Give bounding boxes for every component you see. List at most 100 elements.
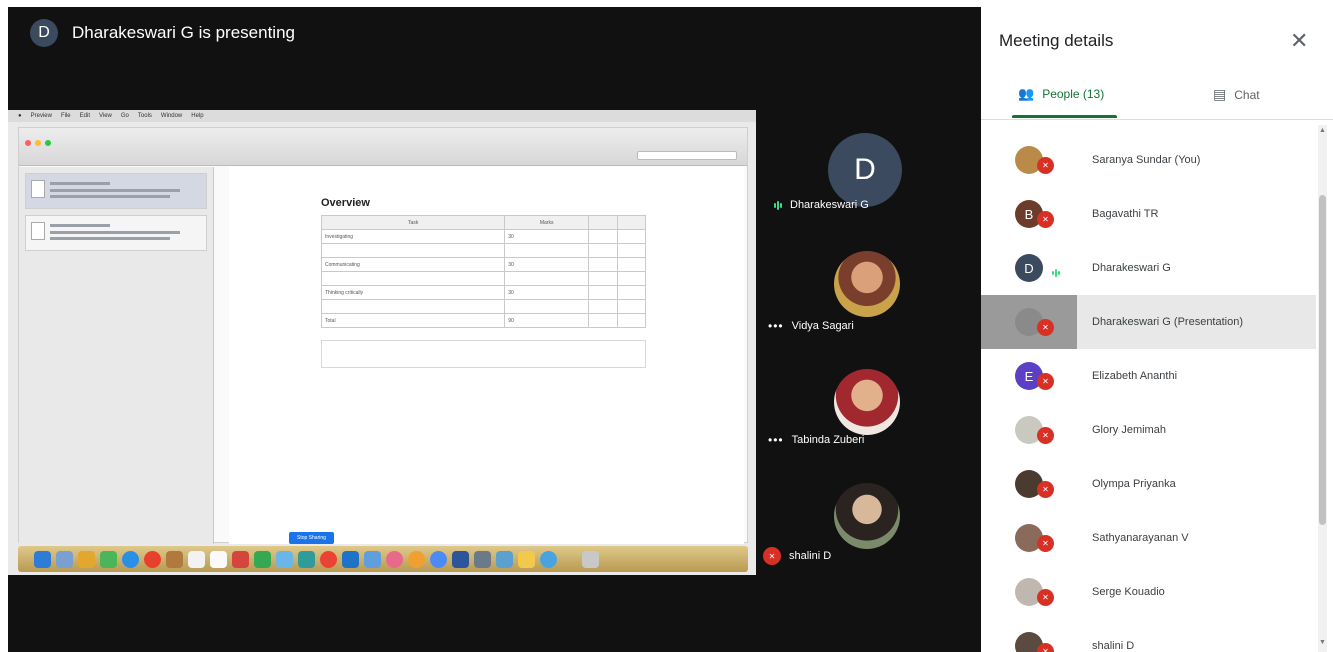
list-item[interactable]: ✕ Saranya Sundar (You) <box>981 133 1316 187</box>
participant-name: Serge Kouadio <box>1092 586 1165 598</box>
participant-name: Tabinda Zuberi <box>791 434 865 446</box>
menu-item: Preview <box>30 113 52 119</box>
dock-app-icon <box>320 550 337 568</box>
presenter-avatar: D <box>30 19 58 47</box>
list-item[interactable]: D Dharakeswari G <box>981 241 1316 295</box>
table-cell: Investigating <box>320 229 506 244</box>
mic-off-icon: ✕ <box>1037 481 1054 498</box>
window-search-field <box>637 151 737 160</box>
table-cell <box>320 243 506 258</box>
page-icon <box>31 222 45 240</box>
close-icon[interactable]: ✕ <box>1290 28 1308 54</box>
participant-tile-label: ✕ shalini D <box>763 547 831 565</box>
menu-item: Go <box>120 113 129 119</box>
share-bar: Stop Sharing <box>289 532 334 544</box>
participant-name: Glory Jemimah <box>1092 424 1166 436</box>
apple-icon: ● <box>18 113 22 119</box>
stop-sharing-button[interactable]: Stop Sharing <box>289 532 334 544</box>
dock-app-icon <box>342 550 359 568</box>
dock-app-icon <box>34 550 51 568</box>
people-scrollbar[interactable]: ▲ ▼ <box>1318 125 1327 652</box>
table-cell: Thinking critically <box>320 285 506 300</box>
zoom-dot-icon <box>45 140 51 146</box>
mic-off-icon: ✕ <box>1037 427 1054 444</box>
participant-photo <box>834 251 900 317</box>
page-icon <box>31 180 45 198</box>
thumb-line <box>50 231 180 234</box>
doc-heading: Overview <box>321 197 370 209</box>
table-cell <box>588 257 618 272</box>
speaking-icon <box>774 200 782 210</box>
mac-dock <box>18 546 748 572</box>
list-item[interactable]: ✕ Dharakeswari G (Presentation) <box>981 295 1316 349</box>
participant-name: Olympa Priyanka <box>1092 478 1176 490</box>
mic-off-icon: ✕ <box>1037 157 1054 174</box>
tab-people[interactable]: 👥 People (13) <box>1018 86 1104 102</box>
dock-app-icon <box>496 550 513 568</box>
list-item[interactable]: E ✕ Elizabeth Ananthi <box>981 349 1316 403</box>
tile-avatar: D <box>828 133 902 207</box>
list-item[interactable]: B ✕ Bagavathi TR <box>981 187 1316 241</box>
mic-off-icon: ✕ <box>1037 319 1054 336</box>
dock-app-icon <box>518 550 535 568</box>
list-item[interactable]: ✕ shalini D <box>981 619 1316 652</box>
thumbnail-sidebar <box>19 167 214 544</box>
table-cell <box>616 313 647 328</box>
more-options-icon[interactable]: ••• <box>768 319 784 333</box>
presenter-banner: D Dharakeswari G is presenting <box>8 7 981 59</box>
table-row <box>320 271 647 286</box>
panel-title: Meeting details <box>999 31 1114 50</box>
dock-app-icon <box>298 550 315 568</box>
page-thumbnail <box>25 173 207 209</box>
active-tab-indicator <box>1012 115 1117 118</box>
scroll-up-icon[interactable]: ▲ <box>1319 127 1326 134</box>
document-page: Overview Task Marks Investigating 30 Com… <box>229 167 744 544</box>
mic-off-icon: ✕ <box>1037 211 1054 228</box>
scroll-thumb[interactable] <box>1319 195 1326 525</box>
people-icon: 👥 <box>1018 86 1035 101</box>
more-options-icon[interactable]: ••• <box>768 433 784 447</box>
participant-tile-label: ••• Vidya Sagari <box>768 319 854 333</box>
dock-app-icon <box>210 550 227 568</box>
speaking-icon <box>1052 269 1060 277</box>
list-item[interactable]: ✕ Serge Kouadio <box>981 565 1316 619</box>
meet-window: D Dharakeswari G is presenting ● Preview… <box>0 0 1333 652</box>
mic-off-icon: ✕ <box>1037 589 1054 606</box>
table-cell <box>504 271 590 286</box>
table-row: Investigating 30 <box>320 229 647 244</box>
participant-name: Vidya Sagari <box>791 320 854 332</box>
list-item[interactable]: ✕ Glory Jemimah <box>981 403 1316 457</box>
dock-app-icon <box>78 550 95 568</box>
table-cell <box>588 243 618 258</box>
table-cell: 30 <box>504 229 590 244</box>
participant-name: Saranya Sundar (You) <box>1092 154 1201 166</box>
table-row: Thinking critically 30 <box>320 285 647 300</box>
participant-photo <box>834 369 900 435</box>
table-header: Task <box>320 215 506 230</box>
table-row: Total 90 <box>320 313 647 328</box>
menu-item: Tools <box>137 113 152 119</box>
table-cell <box>616 285 647 300</box>
preview-window: Overview Task Marks Investigating 30 Com… <box>18 127 748 544</box>
tab-chat[interactable]: ▤ Chat <box>1213 86 1260 103</box>
table-cell <box>320 271 506 286</box>
participant-name: Dharakeswari G <box>1092 262 1171 274</box>
thumb-line <box>50 189 180 192</box>
dock-app-icon <box>144 550 161 568</box>
dock-app-icon <box>56 550 73 568</box>
scroll-down-icon[interactable]: ▼ <box>1319 639 1326 646</box>
people-list: ✕ Saranya Sundar (You) B ✕ Bagavathi TR … <box>981 133 1316 652</box>
menu-item: Help <box>191 113 204 119</box>
table-cell <box>588 299 618 314</box>
shared-screen[interactable]: ● Preview File Edit View Go Tools Window… <box>8 110 756 575</box>
list-item[interactable]: ✕ Olympa Priyanka <box>981 457 1316 511</box>
trash-icon <box>582 550 599 568</box>
table-header <box>616 215 647 230</box>
table-cell <box>616 299 647 314</box>
thumb-line <box>50 237 170 240</box>
doc-paragraph <box>321 173 651 181</box>
table-cell <box>588 313 618 328</box>
list-item[interactable]: ✕ Sathyanarayanan V <box>981 511 1316 565</box>
doc-note <box>321 340 646 368</box>
window-controls <box>25 140 51 146</box>
